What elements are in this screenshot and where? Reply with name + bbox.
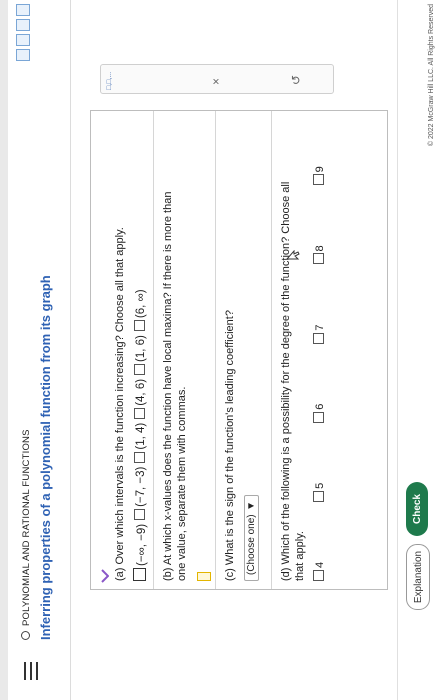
clear-icon[interactable]: × xyxy=(209,78,223,85)
question-c: (c) What is the sign of the function's l… xyxy=(223,310,259,581)
explanation-button[interactable]: Explanation xyxy=(406,544,430,610)
option-a-6[interactable]: (6, ∞) xyxy=(134,289,148,332)
checkbox[interactable] xyxy=(313,174,324,186)
check-button[interactable]: Check xyxy=(406,482,428,536)
question-b: (b) At which x-values does the function … xyxy=(161,192,215,581)
checkbox[interactable] xyxy=(134,363,145,375)
copyright: © 2022 McGraw Hill LLC. All Rights Reser… xyxy=(428,4,435,147)
option-d-4[interactable]: 7 xyxy=(313,325,327,344)
mouse-pointer-icon xyxy=(285,249,303,260)
option-a-3[interactable]: (1, 4) xyxy=(134,423,148,463)
question-d: (d) Which of the following is a possibil… xyxy=(279,166,327,581)
page-title: Inferring properties of a polynomial fun… xyxy=(38,275,53,640)
checkbox[interactable] xyxy=(313,332,324,344)
option-d-1[interactable]: 4 xyxy=(313,562,327,581)
screen: POLYNOMIAL AND RATIONAL FUNCTIONS Inferr… xyxy=(0,0,439,700)
interval-tools-button[interactable]: □,□,... xyxy=(106,72,113,90)
breadcrumb: POLYNOMIAL AND RATIONAL FUNCTIONS xyxy=(21,429,32,640)
question-card: (a) Over which intervals is the function… xyxy=(90,110,388,590)
option-a-4[interactable]: (4, 6) xyxy=(134,379,148,419)
checkbox[interactable] xyxy=(313,411,324,423)
checkbox[interactable] xyxy=(134,407,145,419)
divider xyxy=(215,111,216,589)
checkbox[interactable] xyxy=(133,568,146,581)
menu-icon[interactable] xyxy=(24,662,38,680)
progress-indicator xyxy=(16,4,30,61)
checkbox[interactable] xyxy=(134,320,145,332)
footer: Explanation Check © 2022 McGraw Hill LLC… xyxy=(397,0,439,700)
checkbox[interactable] xyxy=(134,451,145,463)
question-d-options: 4 5 6 7 8 9 xyxy=(313,166,327,581)
option-d-6[interactable]: 9 xyxy=(313,166,327,186)
progress-box xyxy=(16,49,30,61)
question-d-prompt-1: (d) Which of the following is a possibil… xyxy=(280,181,292,581)
option-a-5[interactable]: (1, 6) xyxy=(134,335,148,375)
question-b-prompt-1: (b) At which x-values does the function … xyxy=(162,191,174,581)
checkbox[interactable] xyxy=(313,570,324,581)
option-d-3[interactable]: 6 xyxy=(313,404,327,423)
option-a-1[interactable]: (−∞, −9) xyxy=(133,524,149,581)
progress-box xyxy=(16,4,30,16)
header: POLYNOMIAL AND RATIONAL FUNCTIONS Inferr… xyxy=(8,0,71,700)
question-a-options: (−∞, −9) (−7, −3) (1, 4) (4, 6) (1, 6) (… xyxy=(133,227,149,581)
checkbox[interactable] xyxy=(313,253,324,265)
progress-circle-icon xyxy=(21,631,30,640)
breadcrumb-text: POLYNOMIAL AND RATIONAL FUNCTIONS xyxy=(21,429,32,626)
question-d-prompt-2: that apply. xyxy=(294,531,306,581)
local-maxima-input[interactable] xyxy=(197,572,211,581)
option-d-5[interactable]: 8 xyxy=(313,245,327,265)
progress-box xyxy=(16,19,30,31)
divider xyxy=(271,111,272,589)
undo-icon[interactable]: ↺ xyxy=(289,75,303,85)
option-d-2[interactable]: 5 xyxy=(313,483,327,502)
checkbox[interactable] xyxy=(313,490,324,502)
progress-box xyxy=(16,34,30,46)
question-a-prompt: (a) Over which intervals is the function… xyxy=(114,227,126,581)
dropdown-arrow-icon: ▼ xyxy=(245,501,257,511)
top-strip xyxy=(0,0,8,700)
option-a-2[interactable]: (−7, −3) xyxy=(134,467,148,520)
leading-coefficient-select[interactable]: (Choose one) ▼ xyxy=(244,495,259,581)
checkbox[interactable] xyxy=(134,508,145,520)
question-b-prompt-2: one value, separate them with commas. xyxy=(176,386,188,581)
question-a: (a) Over which intervals is the function… xyxy=(113,227,149,581)
answer-tools-panel: □,□,... × ↺ xyxy=(100,64,334,94)
chevron-down-icon[interactable] xyxy=(96,569,110,583)
question-c-prompt: (c) What is the sign of the function's l… xyxy=(224,310,236,581)
divider xyxy=(153,111,154,589)
